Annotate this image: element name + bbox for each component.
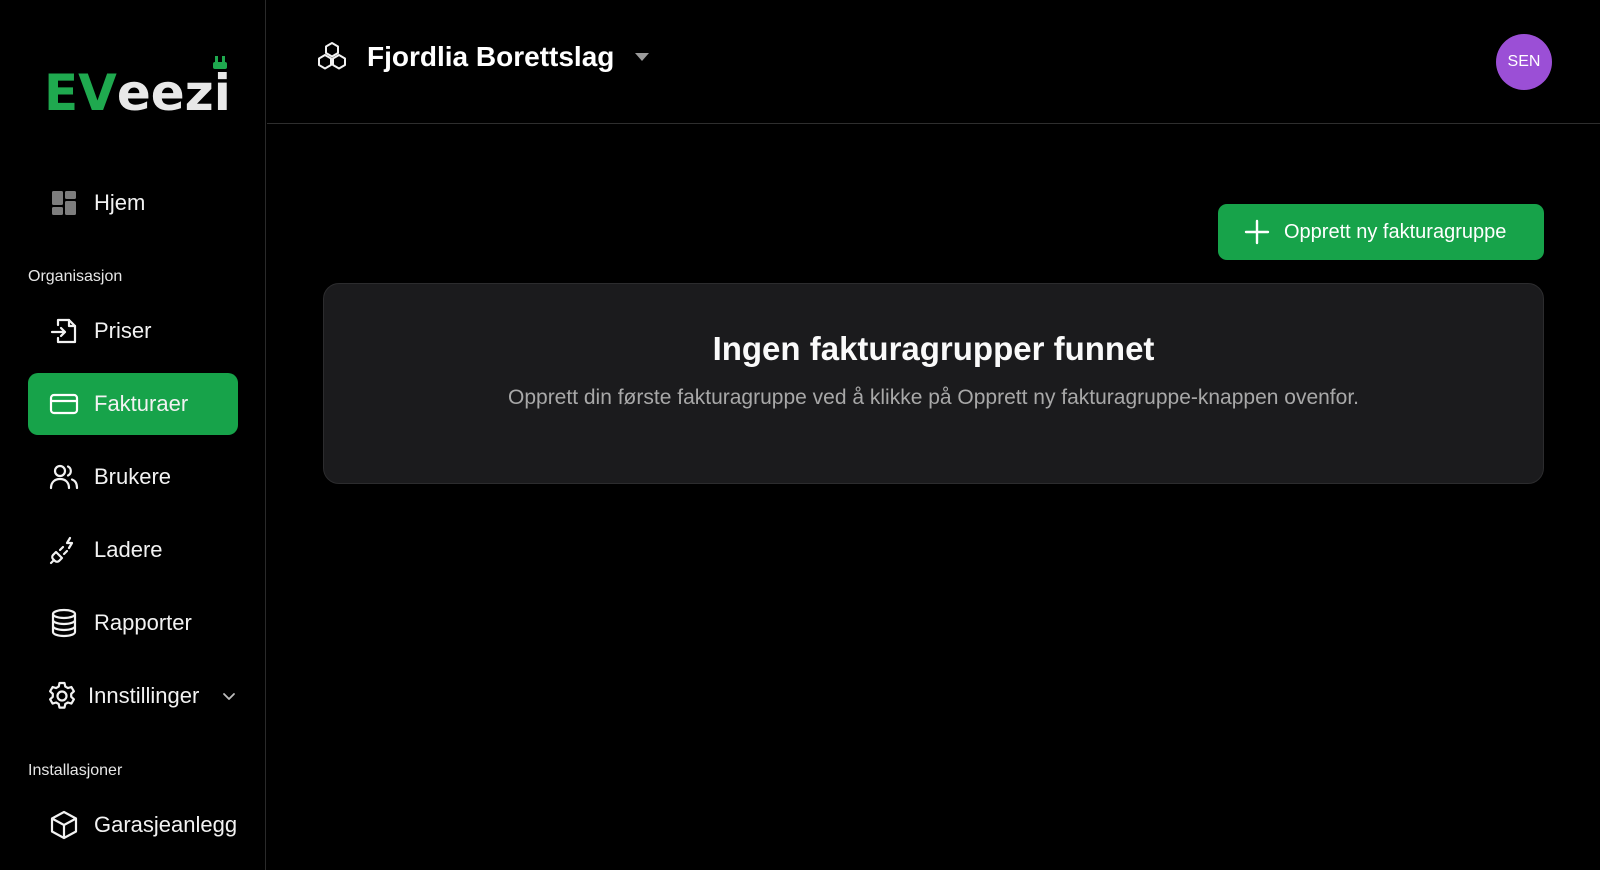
- sidebar-item-label: Innstillinger: [88, 683, 200, 708]
- logo-text-rest: eezi: [117, 56, 231, 118]
- sidebar-item-priser[interactable]: Priser: [28, 300, 238, 362]
- empty-state-description: Opprett din første fakturagruppe ved å k…: [508, 386, 1359, 409]
- caret-down-icon: [635, 53, 650, 61]
- avatar[interactable]: SEN: [1496, 34, 1552, 90]
- sidebar: EV eezi Hjem Organisasjon Priser Faktura…: [0, 0, 266, 870]
- brand-logo[interactable]: EV eezi: [44, 48, 231, 118]
- sidebar-item-label: Fakturaer: [94, 391, 189, 416]
- database-icon: [51, 608, 77, 638]
- sidebar-item-home[interactable]: Hjem: [28, 172, 238, 234]
- sidebar-item-fakturaer[interactable]: Fakturaer: [28, 373, 238, 435]
- file-import-icon: [50, 318, 77, 344]
- ev-plug-icon: [49, 536, 74, 565]
- plug-icon: [212, 56, 227, 69]
- cubes-icon: [318, 42, 346, 70]
- sidebar-item-label: Priser: [94, 318, 152, 343]
- sidebar-item-innstillinger[interactable]: Innstillinger: [28, 665, 238, 727]
- sidebar-item-garasjeanlegg[interactable]: Garasjeanlegg: [28, 794, 258, 856]
- logo-text-ev: EV: [44, 64, 117, 122]
- gear-icon: [49, 681, 75, 709]
- credit-card-icon: [49, 393, 79, 415]
- sidebar-item-label: Hjem: [94, 190, 146, 215]
- sidebar-item-label: Garasjeanlegg: [94, 812, 238, 837]
- empty-state-card: Ingen fakturagrupper funnet Opprett din …: [323, 283, 1544, 484]
- section-label-organisasjon: Organisasjon: [28, 268, 123, 285]
- org-switcher[interactable]: Fjordlia Borettslag: [315, 40, 650, 74]
- app-root: EV eezi Hjem Organisasjon Priser Faktura…: [0, 0, 1600, 870]
- org-name: Fjordlia Borettslag: [367, 41, 615, 72]
- section-label-installasjoner: Installasjoner: [28, 762, 123, 779]
- sidebar-item-ladere[interactable]: Ladere: [28, 519, 238, 581]
- cube-icon: [50, 810, 78, 840]
- sidebar-item-label: Ladere: [94, 537, 163, 562]
- users-icon: [49, 464, 79, 490]
- plus-icon: [1244, 219, 1270, 245]
- dashboard-icon: [52, 191, 76, 215]
- sidebar-item-label: Brukere: [94, 464, 172, 489]
- chevron-down-icon[interactable]: [220, 687, 238, 705]
- sidebar-item-rapporter[interactable]: Rapporter: [28, 592, 238, 654]
- create-button-label: Opprett ny fakturagruppe: [1284, 220, 1507, 243]
- top-header: Fjordlia Borettslag SEN: [267, 0, 1600, 124]
- create-invoice-group-button[interactable]: Opprett ny fakturagruppe: [1218, 204, 1544, 260]
- sidebar-item-brukere[interactable]: Brukere: [28, 446, 238, 508]
- sidebar-item-label: Rapporter: [94, 610, 192, 635]
- empty-state-title: Ingen fakturagrupper funnet: [712, 330, 1155, 367]
